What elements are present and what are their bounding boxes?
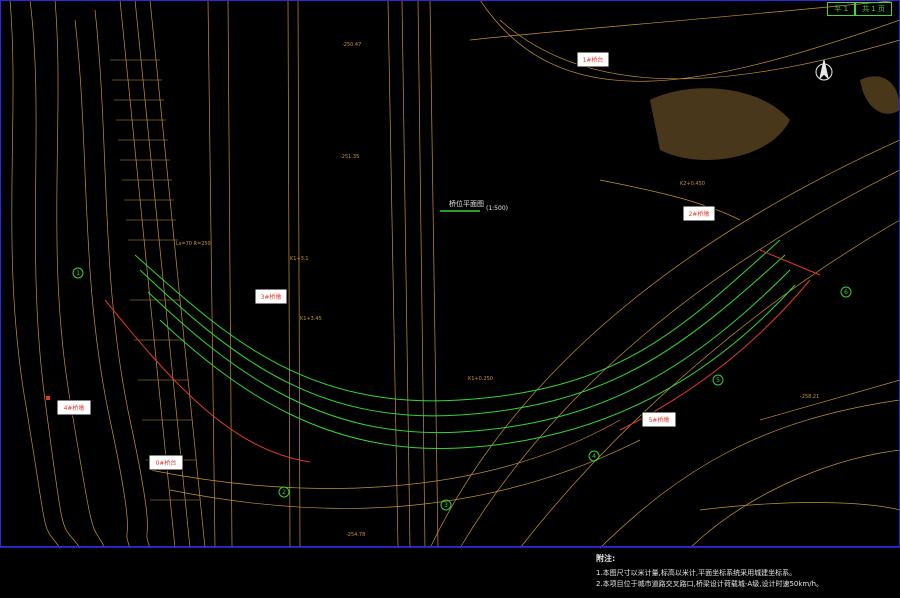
pier-label-4: 4: [592, 453, 596, 460]
notes-section: 附注: 1.本图尺寸以米计量,标高以米计,平面坐标系统采用城建坐标系。 2.本项…: [596, 553, 896, 590]
pier-label-5: 5: [716, 377, 720, 384]
callout-1: 1#桥台: [583, 56, 604, 64]
note-line-2: 2.本项目位于城市道路交叉路口,桥梁设计荷载城-A级,设计时速50km/h。: [596, 580, 824, 588]
railway-tracks: [110, 59, 200, 501]
callout-5: 0#桥台: [156, 459, 177, 467]
pier-label-3: 3: [444, 502, 448, 509]
curve-label-1: Ls=70 R=250: [176, 241, 211, 247]
landscape-area: [650, 76, 900, 160]
callout-4: 4#桥墩: [64, 404, 85, 412]
callout-3: 3#桥墩: [261, 293, 282, 301]
bridge-alignment: [134, 239, 796, 450]
curve-label-2: K1+0.250: [468, 376, 493, 382]
note-line-1: 1.本图尺寸以米计量,标高以米计,平面坐标系统采用城建坐标系。: [596, 569, 797, 577]
notes-heading: 附注:: [596, 554, 616, 563]
pier-label-6: 6: [844, 289, 848, 296]
elevation-label-4: -258.21: [800, 394, 819, 400]
pier-marker-labels: 1 2 3 4 5 6: [76, 270, 848, 509]
title-block: 平 1 共 1 页: [827, 2, 892, 16]
plan-scale: (1:500): [486, 205, 508, 212]
pier-label-2: 2: [282, 489, 286, 496]
station-label-c: K1+3.45: [300, 316, 322, 322]
station-label-a: K1+3.1: [290, 256, 309, 262]
north-arrow-icon: [815, 59, 833, 81]
title-block-cell-1: 平 1: [827, 2, 856, 16]
plan-title: 桥位平面图: [449, 199, 484, 208]
elevation-label-1: -250.47: [342, 42, 361, 48]
cad-plan-drawing: 1 2 3 4 5 6 桥位平面图 (1:500) Ls=70 R=250 K1…: [0, 0, 900, 549]
callout-2: 2#桥墩: [689, 210, 710, 218]
elevation-label-3: -254.78: [346, 532, 365, 538]
pier-label-1: 1: [76, 270, 80, 277]
elevation-label-2: -251.35: [340, 154, 359, 160]
callout-6: 5#桥墩: [649, 416, 670, 424]
station-label-b: K2+0.450: [680, 181, 705, 187]
title-block-cell-2: 共 1 页: [855, 2, 892, 16]
pier-markers: [72, 267, 852, 511]
terrain-contours: [9, 0, 900, 549]
